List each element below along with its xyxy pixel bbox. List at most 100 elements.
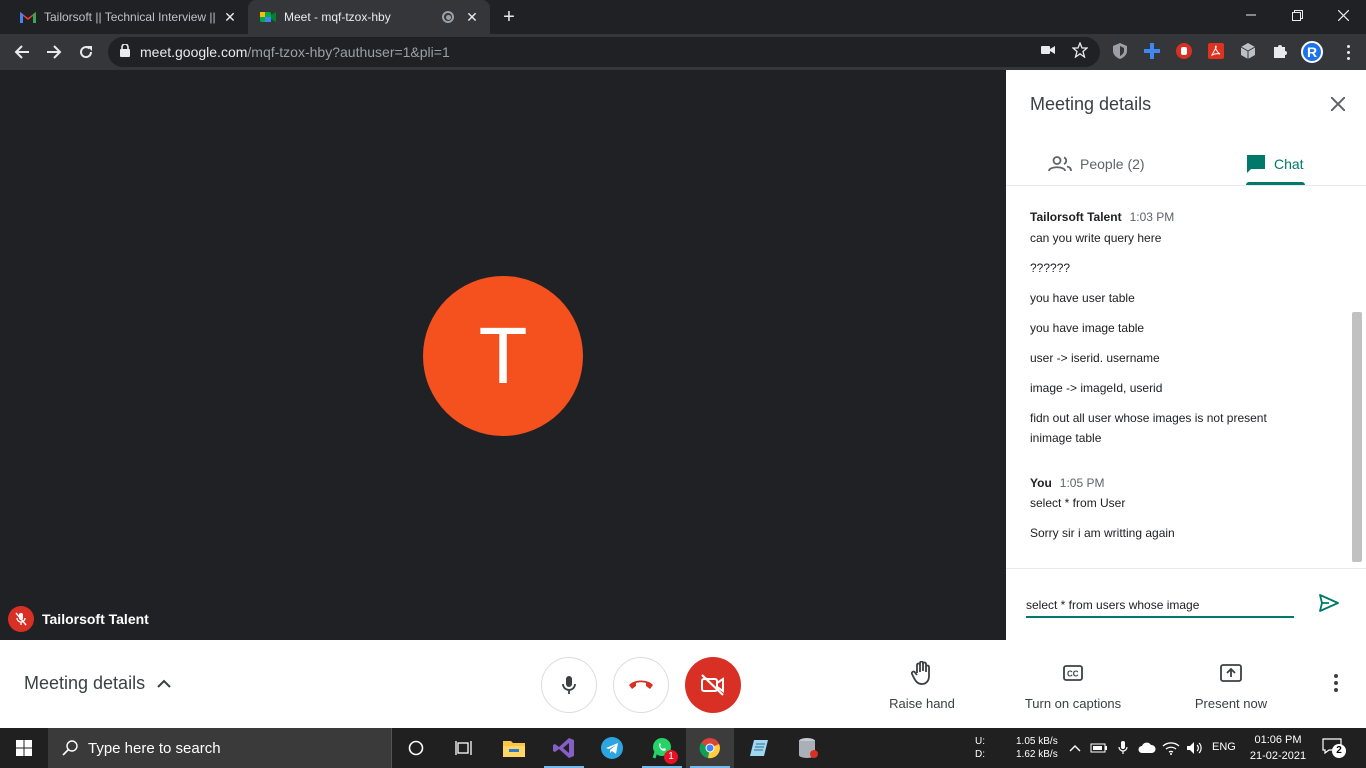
close-panel-icon[interactable] <box>1326 92 1350 116</box>
tab-people[interactable]: People (2) <box>1048 144 1145 184</box>
lock-icon[interactable] <box>120 43 130 60</box>
hang-up-icon <box>629 680 653 689</box>
send-message-icon[interactable] <box>1316 590 1342 616</box>
meet-icon <box>260 9 276 25</box>
people-icon <box>1048 156 1072 172</box>
reload-icon[interactable] <box>74 40 98 64</box>
chat-message-group: Tailorsoft Talent 1:03 PM can you write … <box>1030 210 1330 448</box>
chat-message-group: You 1:05 PM select * from User Sorry sir… <box>1030 476 1330 543</box>
file-explorer-icon[interactable] <box>490 728 538 768</box>
tab-title: Meet - mqf-tzox-hby <box>284 10 391 24</box>
system-clock[interactable]: 01:06 PM 21-02-2021 <box>1248 732 1308 764</box>
recording-indicator-icon <box>442 11 454 23</box>
chrome-icon[interactable] <box>686 728 734 768</box>
plane-extension-icon[interactable] <box>1143 42 1161 60</box>
net-download-label: D: <box>975 749 985 760</box>
new-tab-button[interactable]: + <box>498 6 520 28</box>
visual-studio-icon[interactable] <box>540 728 588 768</box>
network-speed-widget: U: D: 1.05 kB/s 1.62 kB/s <box>975 735 1058 761</box>
microphone-tray-icon[interactable] <box>1114 739 1132 757</box>
cube-extension-icon[interactable] <box>1239 42 1257 60</box>
meeting-details-panel: Meeting details People (2) Chat Tailorso… <box>1006 70 1366 640</box>
battery-icon[interactable] <box>1090 739 1108 757</box>
whatsapp-icon[interactable]: 1 <box>638 728 686 768</box>
taskbar-search-box[interactable]: Type here to search <box>48 728 392 768</box>
hand-extension-icon[interactable] <box>1175 42 1193 60</box>
meeting-details-button[interactable]: Meeting details <box>24 673 171 694</box>
clock-date: 21-02-2021 <box>1249 750 1307 762</box>
browser-tab-gmail[interactable]: Tailorsoft || Technical Interview || ✕ <box>8 0 248 34</box>
participant-name: Tailorsoft Talent <box>42 611 149 627</box>
tab-chat[interactable]: Chat <box>1246 144 1306 184</box>
message-sender: Tailorsoft Talent <box>1030 210 1122 224</box>
minimize-window-icon[interactable] <box>1228 0 1274 30</box>
database-app-icon[interactable] <box>784 728 832 768</box>
profile-avatar[interactable]: R <box>1301 41 1323 63</box>
chat-message-input[interactable] <box>1026 590 1294 618</box>
whatsapp-notification-badge: 1 <box>664 750 678 764</box>
clock-time: 01:06 PM <box>1254 734 1302 746</box>
chat-message: user -> iserid. username <box>1030 351 1160 365</box>
input-language[interactable]: ENG <box>1212 741 1236 753</box>
raise-hand-label: Raise hand <box>889 696 955 711</box>
gmail-icon <box>20 9 36 25</box>
captions-button[interactable]: CC Turn on captions <box>1020 660 1126 711</box>
mic-muted-icon <box>8 606 34 632</box>
raise-hand-button[interactable]: Raise hand <box>888 660 956 711</box>
chat-message: ?????? <box>1030 261 1071 275</box>
tab-people-label: People (2) <box>1080 156 1145 172</box>
pdf-extension-icon[interactable] <box>1207 42 1225 60</box>
chevron-up-icon[interactable] <box>1066 739 1084 757</box>
cortana-icon[interactable] <box>392 728 440 768</box>
net-upload-speed: 1.05 kB/s <box>1016 736 1058 747</box>
tab-close-icon[interactable]: ✕ <box>222 9 238 25</box>
forward-arrow-icon[interactable] <box>42 40 66 64</box>
browser-tab-meet[interactable]: Meet - mqf-tzox-hby ✕ <box>248 0 490 34</box>
search-placeholder: Type here to search <box>88 739 221 757</box>
tab-close-icon[interactable]: ✕ <box>464 9 480 25</box>
participant-avatar: T <box>423 276 583 436</box>
puzzle-extensions-icon[interactable] <box>1271 42 1289 60</box>
windows-start-button[interactable] <box>0 728 48 768</box>
chat-message: you have image table <box>1030 321 1145 335</box>
volume-icon[interactable] <box>1186 739 1204 757</box>
leave-call-button[interactable] <box>613 657 669 713</box>
chevron-up-icon <box>157 679 171 688</box>
restore-window-icon[interactable] <box>1274 0 1320 30</box>
panel-title: Meeting details <box>1030 94 1152 114</box>
browser-menu-icon[interactable] <box>1338 42 1358 62</box>
panel-divider <box>1006 185 1366 186</box>
chat-message: Sorry sir i am writting again <box>1030 526 1175 540</box>
present-screen-icon <box>1220 660 1242 686</box>
camera-toggle-button[interactable] <box>685 657 741 713</box>
chat-message: image -> imageId, userid <box>1030 381 1163 395</box>
windows-logo-icon <box>16 740 32 756</box>
task-view-icon[interactable] <box>440 728 488 768</box>
search-icon <box>62 740 78 756</box>
close-window-icon[interactable] <box>1320 0 1366 30</box>
wifi-icon[interactable] <box>1162 739 1180 757</box>
windows-taskbar: Type here to search 1 U: D: 1.05 kB/s 1.… <box>0 728 1366 768</box>
svg-text:CC: CC <box>1067 670 1079 679</box>
present-now-button[interactable]: Present now <box>1193 660 1269 711</box>
address-bar[interactable]: meet.google.com/mqf-tzox-hby?authuser=1&… <box>108 37 1100 67</box>
bookmark-star-icon[interactable] <box>1071 41 1089 59</box>
message-time: 1:05 PM <box>1059 476 1105 490</box>
shield-extension-icon[interactable] <box>1111 42 1129 60</box>
camera-off-icon <box>701 674 724 696</box>
browser-toolbar: meet.google.com/mqf-tzox-hby?authuser=1&… <box>0 34 1366 70</box>
notepad-app-icon[interactable] <box>736 728 784 768</box>
action-center-icon[interactable]: 2 <box>1322 738 1346 758</box>
microphone-button[interactable] <box>541 657 597 713</box>
onedrive-cloud-icon[interactable] <box>1138 739 1156 757</box>
camera-in-use-icon[interactable] <box>1039 41 1057 59</box>
chat-scrollbar[interactable] <box>1352 312 1362 562</box>
chat-message: select * from User <box>1030 496 1126 510</box>
telegram-icon[interactable] <box>588 728 636 768</box>
participant-name-tag: Tailorsoft Talent <box>8 606 149 632</box>
notification-count: 2 <box>1332 744 1346 758</box>
back-arrow-icon[interactable] <box>10 40 34 64</box>
message-time: 1:03 PM <box>1129 210 1175 224</box>
video-stage: T Tailorsoft Talent <box>0 70 1006 640</box>
more-options-icon[interactable] <box>1326 674 1346 694</box>
